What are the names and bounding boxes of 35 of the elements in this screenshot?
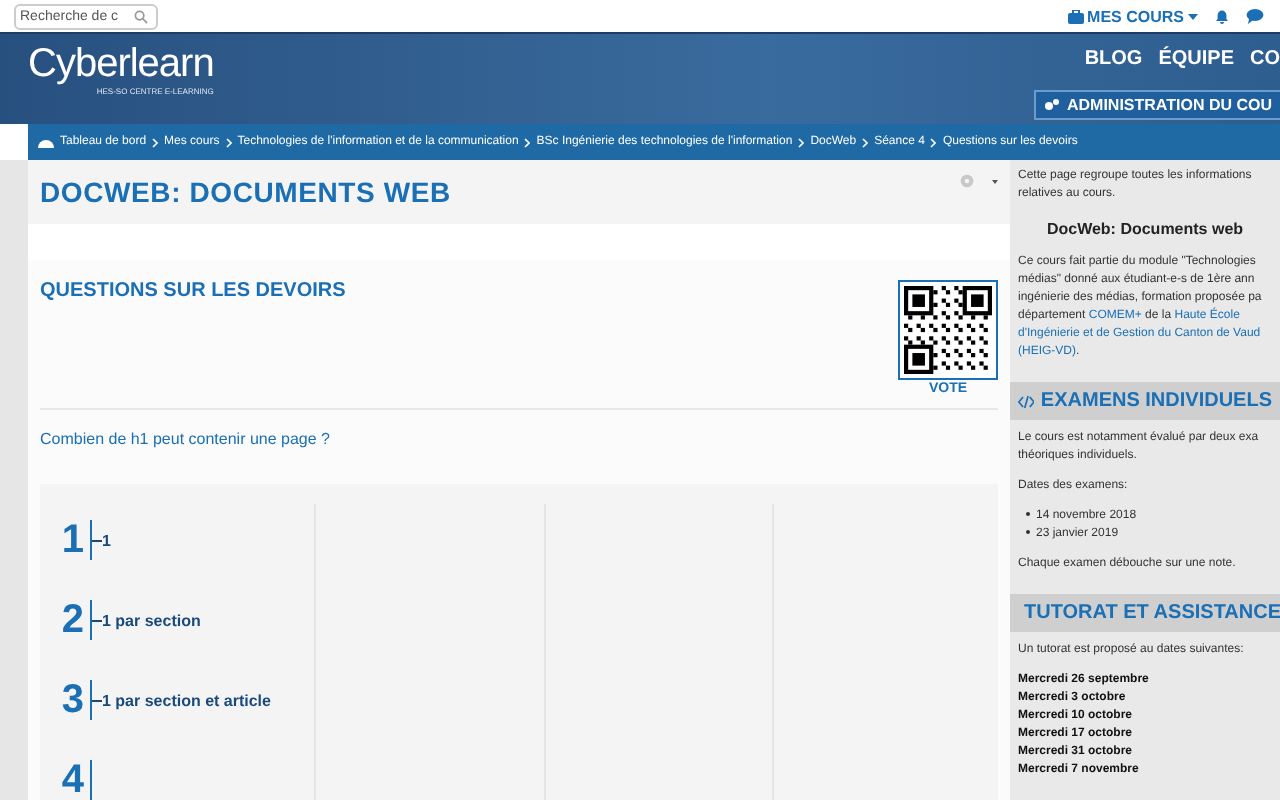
cogs-icon [1044, 98, 1061, 112]
briefcase-icon [1067, 9, 1084, 23]
answer-number: 3 [59, 677, 86, 723]
my-courses-menu[interactable]: MES COURS [1067, 7, 1198, 25]
caret-icon[interactable] [992, 179, 998, 183]
dashboard-icon [38, 136, 54, 148]
answer-number: 2 [59, 597, 86, 643]
chevron-icon [930, 137, 937, 147]
section-title: TUTORAT ET ASSISTANCE [1024, 602, 1280, 624]
nav-link[interactable]: BLOG [1084, 48, 1143, 70]
answer-number: 4 [59, 757, 86, 800]
answer-option[interactable]: 1 [102, 531, 111, 549]
course-name: DocWeb: Documents web [1044, 220, 1246, 238]
chevron-icon [152, 137, 159, 147]
course-title: DOCWEB: DOCUMENTS WEB [40, 176, 451, 208]
qr-code [898, 280, 998, 380]
chat-icon[interactable] [1246, 8, 1264, 24]
chevron-icon [862, 137, 869, 147]
activity-title: QUESTIONS SUR LES DEVOIRS [40, 280, 346, 306]
search-icon [134, 9, 148, 23]
logo[interactable]: Cyberlearn [28, 42, 214, 86]
chevron-icon [524, 137, 531, 147]
answer-option[interactable]: 1 par section et article [102, 691, 271, 709]
admin-button[interactable]: ADMINISTRATION DU COU [1034, 90, 1280, 120]
answer-number: 1 [59, 517, 86, 563]
question-text: Combien de h1 peut contenir une page ? [40, 428, 332, 452]
chevron-icon [225, 137, 232, 147]
code-icon [1018, 393, 1035, 409]
nav-link[interactable]: ÉQUIPE [1158, 48, 1234, 70]
section-title: EXAMENS INDIVIDUELS [1040, 390, 1272, 412]
bell-icon[interactable] [1214, 8, 1230, 24]
nav-link[interactable]: CO [1250, 48, 1280, 70]
answer-option[interactable]: 1 par section [102, 611, 201, 629]
caret-icon [1188, 13, 1198, 19]
chevron-icon [798, 137, 805, 147]
